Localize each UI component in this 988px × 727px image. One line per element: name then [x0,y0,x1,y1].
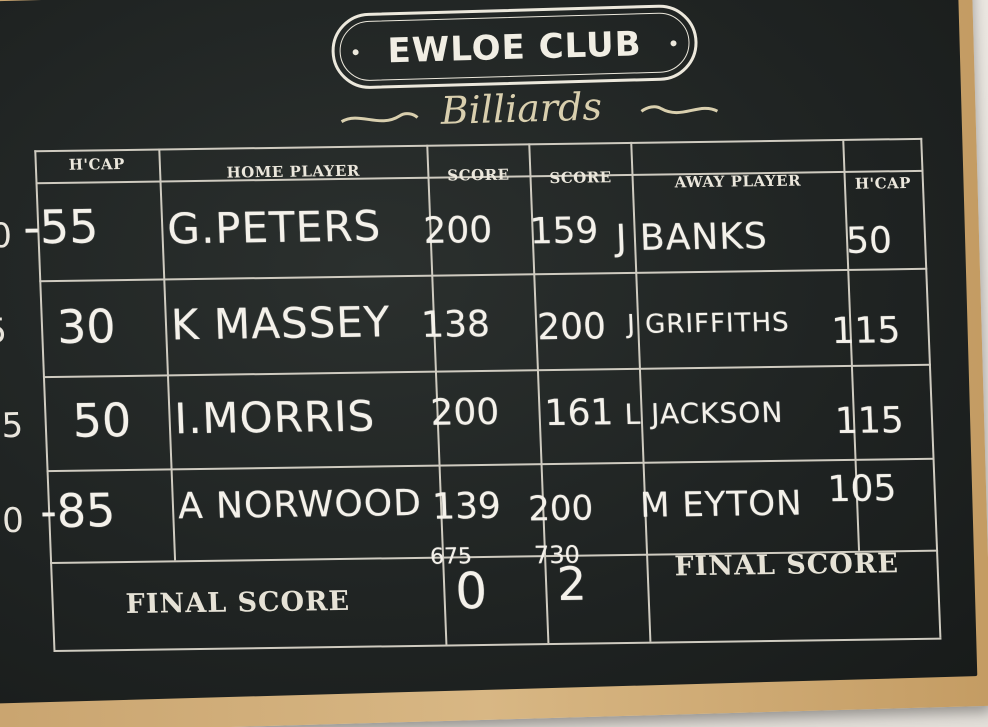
score-table: H'CAP HOME PLAYER SCORE SCORE AWAY PLAYE… [22,137,968,670]
flourish-left-icon [340,112,419,124]
away-player-name: J BANKS [615,216,769,260]
table-line [46,457,935,473]
header-left-hcap: H'CAP [68,154,126,174]
home-player-name: A NORWOOD [177,482,423,528]
sub-title: Billiards [440,84,603,133]
home-player-name: K MASSEY [170,297,392,350]
table-line [39,267,928,283]
header-away-player: AWAY PLAYER [674,171,802,192]
home-score-value: 138 [420,303,491,346]
flourish-right-icon [640,105,719,115]
away-result: 2 [556,556,588,611]
away-score-value: 159 [528,210,600,253]
away-player-name: J GRIFFITHS [626,307,791,340]
title-plaque: EWLOE CLUB [330,3,699,90]
left-hcap-value: 30 [56,299,117,354]
left-hcap-value: -55 [22,199,100,255]
right-hcap-value: 50 [845,220,893,262]
header-right-hcap: H'CAP [854,174,912,193]
home-score-value: 139 [431,485,502,528]
chalkboard: EWLOE CLUB Billiards 30 5 15 80 H'CAP HO… [0,0,978,704]
photo-scene: EWLOE CLUB Billiards 30 5 15 80 H'CAP HO… [0,0,988,727]
board-frame: EWLOE CLUB Billiards 30 5 15 80 H'CAP HO… [0,0,988,727]
home-result: 0 [454,561,489,621]
edge-number: 5 [0,311,8,352]
table-line [53,637,942,653]
home-score-value: 200 [422,209,494,252]
away-score-value: 200 [536,306,607,349]
edge-number: 15 [0,405,24,447]
away-player-name: L JACKSON [624,395,784,432]
home-player-name: I.MORRIS [173,391,377,444]
final-score-home-label: FINAL SCORE [125,585,351,620]
table-line [42,363,931,379]
right-hcap-value: 115 [830,310,902,353]
right-hcap-value: 105 [826,468,898,511]
header-away-score: SCORE [549,168,613,188]
table-line [34,137,923,153]
away-score-value: 161 [543,392,615,435]
edge-number: 80 [0,500,25,542]
away-player-name: M EYTON [639,483,804,526]
header-home-player: HOME PLAYER [226,161,361,182]
left-hcap-value: 50 [71,392,133,448]
club-title: EWLOE CLUB [387,24,643,72]
away-score-value: 200 [527,488,594,530]
home-player-name: G.PETERS [166,201,383,254]
home-score-value: 200 [429,391,501,434]
edge-number: 30 [0,215,13,258]
header-home-score: SCORE [446,165,510,185]
right-hcap-value: 115 [834,400,905,443]
final-score-away-label: FINAL SCORE [673,548,900,583]
left-hcap-value: -85 [39,483,117,539]
table-line [920,137,942,638]
